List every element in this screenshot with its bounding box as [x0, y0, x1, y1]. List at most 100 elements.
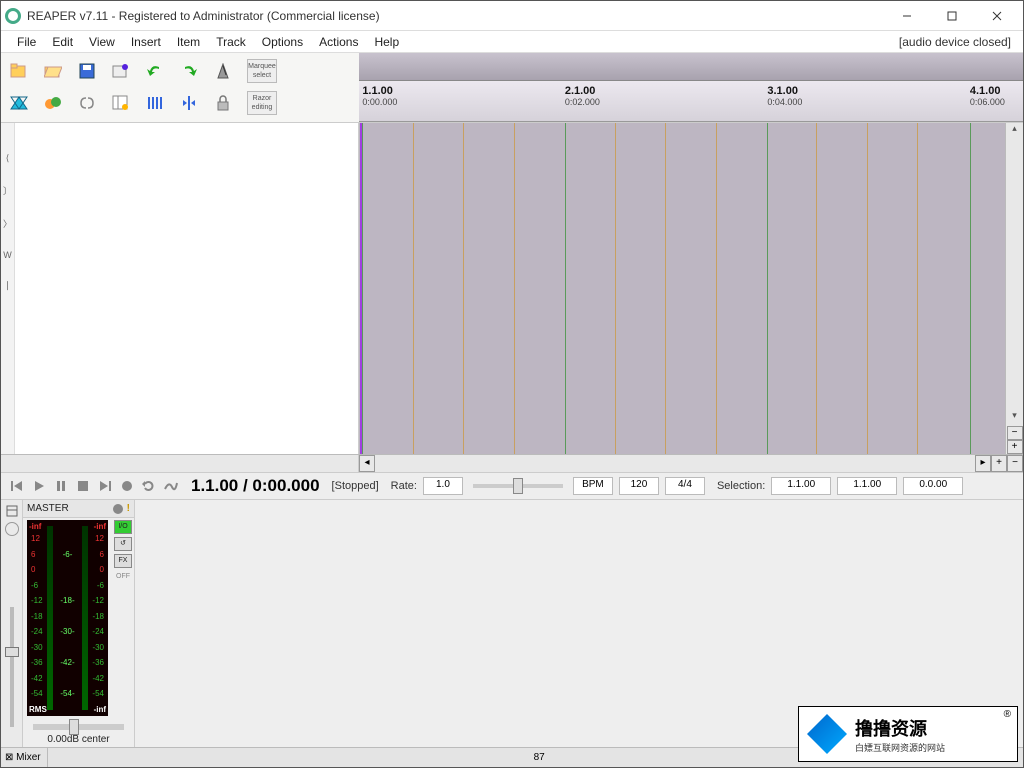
ruler-mark: 4.1.000:06.000: [970, 85, 1005, 107]
pause-button[interactable]: [53, 478, 69, 494]
go-start-button[interactable]: [9, 478, 25, 494]
play-button[interactable]: [31, 478, 47, 494]
open-project-icon[interactable]: [43, 62, 63, 80]
grid-beat-line: [514, 123, 515, 454]
menu-options[interactable]: Options: [254, 33, 311, 51]
grid-bar-line: [970, 123, 971, 454]
track-control-panel[interactable]: [15, 123, 359, 454]
hzoom-in-button[interactable]: +: [991, 455, 1007, 472]
grid-beat-line: [615, 123, 616, 454]
master-track: MASTER ! -inf-inf 12126-6-600-6-6-12-18-…: [23, 500, 135, 747]
menu-actions[interactable]: Actions: [311, 33, 366, 51]
horizontal-scrollbar[interactable]: ◂ ▸ + −: [1, 454, 1023, 472]
redo-icon[interactable]: [179, 62, 199, 80]
hscroll-right-icon[interactable]: ▸: [975, 455, 991, 472]
grid-bar-line: [565, 123, 566, 454]
transport-position[interactable]: 1.1.00 / 0:00.000: [191, 476, 320, 496]
slider-thumb[interactable]: [513, 478, 523, 494]
rate-label: Rate:: [391, 480, 417, 492]
scroll-up-icon[interactable]: ▴: [1012, 123, 1017, 139]
mixer-tab[interactable]: ⊠ Mixer: [5, 752, 41, 763]
master-fader-readout: 0.00dB center: [27, 734, 130, 745]
record-button[interactable]: [119, 478, 135, 494]
selection-length-field[interactable]: 0.0.00: [903, 477, 963, 495]
menu-track[interactable]: Track: [208, 33, 254, 51]
autocrossfade-icon[interactable]: [9, 94, 29, 112]
close-button[interactable]: [974, 1, 1019, 30]
watermark-overlay: 撸撸资源 白嫖互联网资源的网站 ®: [798, 706, 1018, 762]
vertical-scrollbar[interactable]: ▴ ▾ − +: [1005, 123, 1023, 454]
mixer-menu-icon[interactable]: [5, 504, 19, 518]
grid-icon[interactable]: [111, 94, 131, 112]
window-title: REAPER v7.11 - Registered to Administrat…: [27, 9, 380, 23]
razor-edit-button[interactable]: Razor editing: [247, 91, 277, 115]
master-side-buttons: I/O ↺ FX OFF: [112, 518, 134, 718]
maximize-button[interactable]: [929, 1, 974, 30]
menu-file[interactable]: File: [9, 33, 44, 51]
selection-end-field[interactable]: 1.1.00: [837, 477, 897, 495]
go-end-button[interactable]: [97, 478, 113, 494]
menu-help[interactable]: Help: [366, 33, 407, 51]
rate-slider[interactable]: [473, 484, 563, 488]
master-fader[interactable]: [10, 607, 14, 727]
ripple-icon[interactable]: [77, 94, 97, 112]
lock-icon[interactable]: [213, 94, 233, 112]
toolbar-area: Marquee select Razor editing 1.1.000:00.…: [1, 53, 1023, 123]
master-fx-button[interactable]: FX: [114, 554, 132, 568]
master-pan-slider[interactable]: [33, 724, 124, 730]
master-io-button[interactable]: I/O: [114, 520, 132, 534]
close-icon: [992, 11, 1002, 21]
transport-status: [Stopped]: [332, 480, 379, 492]
ruler[interactable]: 1.1.000:00.000 2.1.000:02.000 3.1.000:04.0…: [359, 81, 1023, 122]
menu-edit[interactable]: Edit: [44, 33, 81, 51]
master-env-button[interactable]: ↺: [114, 537, 132, 551]
timesig-field[interactable]: 4/4: [665, 477, 705, 495]
rate-field[interactable]: 1.0: [423, 477, 463, 495]
bpm-field[interactable]: 120: [619, 477, 659, 495]
minimize-button[interactable]: [884, 1, 929, 30]
arrange-view[interactable]: ▴ ▾ − +: [359, 123, 1023, 454]
grid-bar-line: [767, 123, 768, 454]
grid-beat-line: [463, 123, 464, 454]
project-settings-icon[interactable]: [111, 62, 131, 80]
bpm-label-button[interactable]: BPM: [573, 477, 613, 495]
menu-view[interactable]: View: [81, 33, 123, 51]
grid-beat-line: [413, 123, 414, 454]
grid-beat-line: [665, 123, 666, 454]
menu-item[interactable]: Item: [169, 33, 208, 51]
metronome-icon[interactable]: [213, 62, 233, 80]
mono-button[interactable]: [113, 504, 123, 514]
vzoom-out-button[interactable]: −: [1007, 426, 1023, 440]
grid-lines-icon[interactable]: [145, 94, 165, 112]
master-knob[interactable]: [5, 522, 19, 536]
menu-insert[interactable]: Insert: [123, 33, 169, 51]
envelope-button[interactable]: [163, 478, 179, 494]
master-label: MASTER: [27, 503, 69, 514]
master-warn-icon[interactable]: !: [127, 503, 130, 514]
master-meter[interactable]: -inf-inf 12126-6-600-6-6-12-18--12-18-18…: [27, 520, 108, 716]
hscroll-left-icon[interactable]: ◂: [359, 455, 375, 472]
status-number: 87: [534, 752, 545, 763]
stop-button[interactable]: [75, 478, 91, 494]
new-project-icon[interactable]: [9, 62, 29, 80]
ruler-mark: 1.1.000:00.000: [362, 85, 397, 107]
watermark-subtitle: 白嫖互联网资源的网站: [855, 741, 945, 754]
master-off-button[interactable]: OFF: [114, 571, 132, 585]
audio-device-status[interactable]: [audio device closed]: [899, 35, 1015, 49]
ruler-mark: 3.1.000:04.000: [767, 85, 802, 107]
repeat-button[interactable]: [141, 478, 157, 494]
watermark-title: 撸撸资源: [855, 715, 945, 741]
menubar: File Edit View Insert Item Track Options…: [1, 31, 1023, 53]
left-strip: ⟨〕〉W❘: [1, 123, 15, 454]
scroll-down-icon[interactable]: ▾: [1012, 410, 1017, 426]
snap-icon[interactable]: [179, 94, 199, 112]
ruler-mark: 2.1.000:02.000: [565, 85, 600, 107]
undo-icon[interactable]: [145, 62, 165, 80]
marquee-select-button[interactable]: Marquee select: [247, 59, 277, 83]
selection-start-field[interactable]: 1.1.00: [771, 477, 831, 495]
selection-label: Selection:: [717, 480, 765, 492]
save-project-icon[interactable]: [77, 62, 97, 80]
hzoom-out-button[interactable]: −: [1007, 455, 1023, 472]
vzoom-in-button[interactable]: +: [1007, 440, 1023, 454]
envelope-icon[interactable]: [43, 94, 63, 112]
